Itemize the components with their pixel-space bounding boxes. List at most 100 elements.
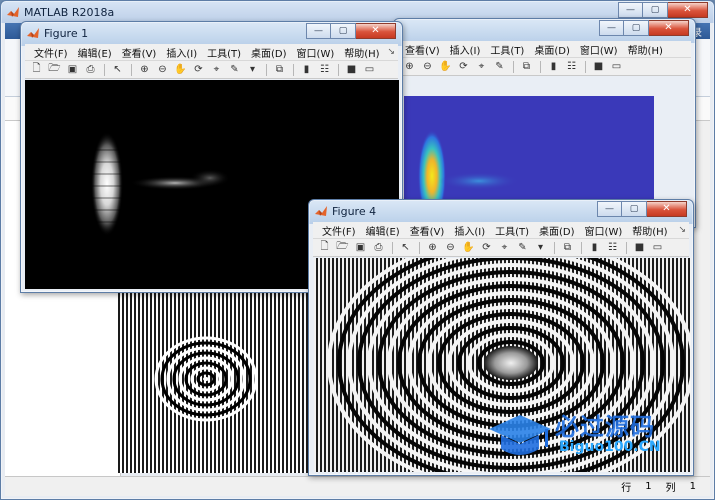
rotate-icon[interactable]: ⟳ — [191, 63, 206, 77]
fig1-minimize-button[interactable]: — — [306, 23, 331, 39]
zoom-out-icon[interactable]: ⊖ — [420, 60, 435, 74]
toolbar-separator — [581, 241, 582, 254]
fig1-menu-insert[interactable]: 插入(I) — [161, 45, 202, 60]
fig4-menu-help[interactable]: 帮助(H) — [627, 223, 672, 238]
fig4-menu-view[interactable]: 查看(V) — [405, 223, 450, 238]
fig1-menu-edit[interactable]: 编辑(E) — [73, 45, 117, 60]
dock-icon[interactable]: ▭ — [650, 241, 665, 255]
main-window-title: MATLAB R2018a — [24, 5, 115, 19]
pan-icon[interactable]: ✋ — [438, 60, 453, 74]
rotate-icon[interactable]: ⟳ — [456, 60, 471, 74]
legend-icon[interactable]: ☷ — [564, 60, 579, 74]
dock-icon[interactable]: ▭ — [609, 60, 624, 74]
matlab-logo-icon — [27, 27, 39, 39]
chevron-down-icon[interactable]: ▾ — [245, 63, 260, 77]
print-icon[interactable]: ⎙ — [83, 63, 98, 77]
pointer-icon[interactable]: ↖ — [110, 63, 125, 77]
fig4-menu-insert[interactable]: 插入(I) — [449, 223, 490, 238]
zoom-in-icon[interactable]: ⊕ — [425, 241, 440, 255]
fig4-menu-file[interactable]: 文件(F) — [317, 223, 361, 238]
fig4-close-button[interactable]: ✕ — [647, 201, 687, 217]
hide-tools-icon[interactable]: ■ — [591, 60, 606, 74]
fig2-menu-desktop[interactable]: 桌面(D) — [529, 42, 575, 57]
fig4-minimize-button[interactable]: — — [597, 201, 622, 217]
open-folder-icon[interactable]: 🗁 — [47, 63, 62, 77]
link-icon[interactable]: ⧉ — [272, 63, 287, 77]
fig1-menu-tools[interactable]: 工具(T) — [202, 45, 246, 60]
fig4-menu-desktop[interactable]: 桌面(D) — [534, 223, 580, 238]
fig1-menu-window[interactable]: 窗口(W) — [292, 45, 340, 60]
toolbar-separator — [338, 63, 339, 76]
fig2-menu-insert[interactable]: 插入(I) — [445, 42, 486, 57]
fig4-menu-window[interactable]: 窗口(W) — [580, 223, 628, 238]
new-file-icon[interactable]: 🗋 — [29, 63, 44, 77]
open-folder-icon[interactable]: 🗁 — [335, 241, 350, 255]
fig2-menu-window[interactable]: 窗口(W) — [575, 42, 623, 57]
hide-tools-icon[interactable]: ■ — [344, 63, 359, 77]
fig4-menu-edit[interactable]: 编辑(E) — [361, 223, 405, 238]
fig2-menubar: 查看(V) 插入(I) 工具(T) 桌面(D) 窗口(W) 帮助(H) — [394, 41, 691, 58]
fig1-menu-file[interactable]: 文件(F) — [29, 45, 73, 60]
fig4-menubar: 文件(F) 编辑(E) 查看(V) 插入(I) 工具(T) 桌面(D) 窗口(W… — [313, 222, 689, 239]
dock-icon[interactable]: ▭ — [362, 63, 377, 77]
zoom-in-icon[interactable]: ⊕ — [137, 63, 152, 77]
pan-icon[interactable]: ✋ — [461, 241, 476, 255]
fig1-menu-help[interactable]: 帮助(H) — [339, 45, 384, 60]
save-icon[interactable]: ▣ — [353, 241, 368, 255]
fig1-maximize-button[interactable]: ▢ — [331, 23, 356, 39]
print-icon[interactable]: ⎙ — [371, 241, 386, 255]
status-row-value: 1 — [645, 481, 652, 492]
fig2-minimize-button[interactable]: — — [599, 20, 624, 36]
colorbar-icon[interactable]: ▮ — [299, 63, 314, 77]
fig2-close-button[interactable]: ✕ — [649, 20, 689, 36]
matlab-logo-icon — [7, 6, 19, 18]
link-icon[interactable]: ⧉ — [560, 241, 575, 255]
toolbar-separator — [131, 63, 132, 76]
dock-arrow-icon[interactable]: ↘ — [387, 47, 395, 57]
main-minimize-button[interactable]: — — [618, 2, 643, 18]
rotate-icon[interactable]: ⟳ — [479, 241, 494, 255]
fig2-maximize-button[interactable]: ▢ — [624, 20, 649, 36]
pan-icon[interactable]: ✋ — [173, 63, 188, 77]
fig4-titlebar[interactable]: Figure 4 — ▢ ✕ — [309, 200, 693, 222]
brush-icon[interactable]: ✎ — [492, 60, 507, 74]
legend-icon[interactable]: ☷ — [317, 63, 332, 77]
status-col-label: 列 — [665, 483, 676, 494]
fig1-titlebar[interactable]: Figure 1 — ▢ ✕ — [21, 22, 402, 44]
link-icon[interactable]: ⧉ — [519, 60, 534, 74]
watermark: 必过源码 Biguo100.CN — [487, 405, 687, 465]
data-cursor-icon[interactable]: ⌖ — [497, 241, 512, 255]
brush-icon[interactable]: ✎ — [227, 63, 242, 77]
main-maximize-button[interactable]: ▢ — [643, 2, 668, 18]
fig1-menu-view[interactable]: 查看(V) — [117, 45, 162, 60]
colorbar-icon[interactable]: ▮ — [546, 60, 561, 74]
fig4-menu-tools[interactable]: 工具(T) — [490, 223, 534, 238]
zoom-out-icon[interactable]: ⊖ — [155, 63, 170, 77]
graduation-cap-logo-icon — [487, 411, 553, 466]
new-file-icon[interactable]: 🗋 — [317, 241, 332, 255]
fig1-title: Figure 1 — [44, 26, 89, 40]
save-icon[interactable]: ▣ — [65, 63, 80, 77]
data-cursor-icon[interactable]: ⌖ — [474, 60, 489, 74]
fig2-menu-tools[interactable]: 工具(T) — [485, 42, 529, 57]
hide-tools-icon[interactable]: ■ — [632, 241, 647, 255]
zoom-in-icon[interactable]: ⊕ — [402, 60, 417, 74]
zoom-out-icon[interactable]: ⊖ — [443, 241, 458, 255]
fig4-maximize-button[interactable]: ▢ — [622, 201, 647, 217]
pointer-icon[interactable]: ↖ — [398, 241, 413, 255]
fig1-menubar: 文件(F) 编辑(E) 查看(V) 插入(I) 工具(T) 桌面(D) 窗口(W… — [25, 44, 398, 61]
fig4-title: Figure 4 — [332, 204, 377, 218]
fig2-toolbar: ⊕ ⊖ ✋ ⟳ ⌖ ✎ ⧉ ▮ ☷ ■ ▭ — [394, 58, 691, 76]
fig2-menu-view[interactable]: 查看(V) — [400, 42, 445, 57]
dock-arrow-icon[interactable]: ↘ — [678, 225, 686, 235]
fig1-close-button[interactable]: ✕ — [356, 23, 396, 39]
fig2-menu-help[interactable]: 帮助(H) — [623, 42, 668, 57]
brush-icon[interactable]: ✎ — [515, 241, 530, 255]
colorbar-icon[interactable]: ▮ — [587, 241, 602, 255]
data-cursor-icon[interactable]: ⌖ — [209, 63, 224, 77]
chevron-down-icon[interactable]: ▾ — [533, 241, 548, 255]
legend-icon[interactable]: ☷ — [605, 241, 620, 255]
toolbar-separator — [554, 241, 555, 254]
main-close-button[interactable]: ✕ — [668, 2, 708, 18]
fig1-menu-desktop[interactable]: 桌面(D) — [246, 45, 292, 60]
